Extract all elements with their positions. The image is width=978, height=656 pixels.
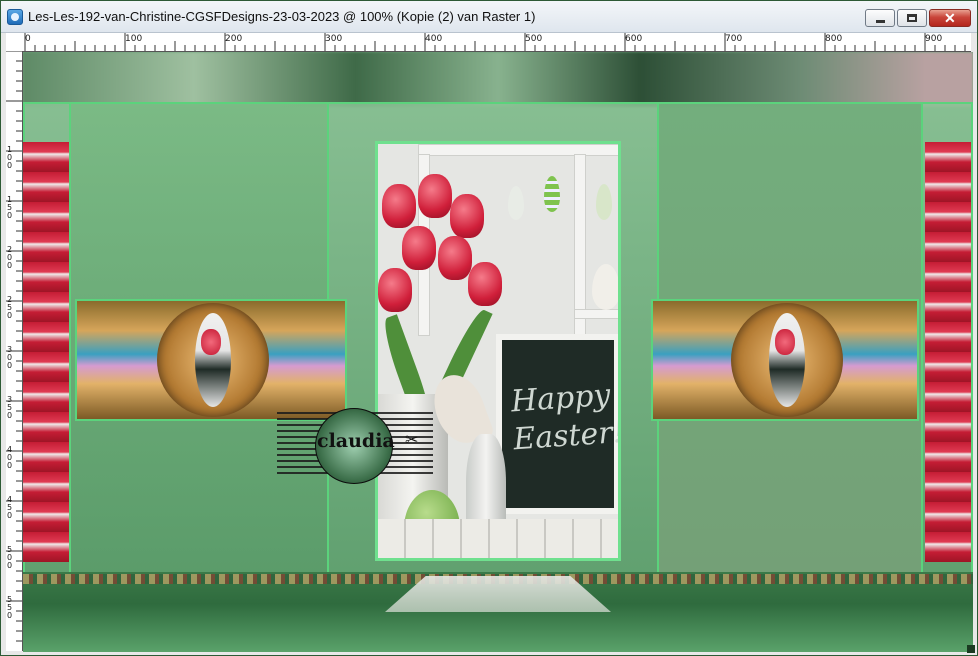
- sphere-ornament: [731, 303, 843, 417]
- tulip: [418, 174, 452, 218]
- image-canvas[interactable]: Happy Easter! claudia ✂: [23, 52, 973, 652]
- title-bar[interactable]: Les-Les-192-van-Christine-CGSFDesigns-23…: [1, 1, 977, 33]
- horizontal-ruler[interactable]: 0 100 200 300 400 500 600 700 800 900: [23, 33, 971, 52]
- tulip: [378, 268, 412, 312]
- close-button[interactable]: ✕: [929, 9, 971, 27]
- easter-photo: Happy Easter!: [375, 141, 621, 561]
- window-title: Les-Les-192-van-Christine-CGSFDesigns-23…: [28, 9, 536, 24]
- sphere-photo: [769, 313, 805, 407]
- ruler-label: 0: [7, 211, 13, 220]
- tulip: [468, 262, 502, 306]
- blurred-background: [23, 52, 973, 107]
- ruler-label: 900: [925, 34, 943, 44]
- shelf-top: [418, 144, 618, 156]
- ruler-label: 0: [7, 511, 13, 520]
- ruler-label: 0: [7, 561, 13, 570]
- tulip: [402, 226, 436, 270]
- scissors-icon: ✂: [405, 432, 419, 449]
- shelf-board: [574, 309, 618, 319]
- sphere-photo: [195, 313, 231, 407]
- resize-grip[interactable]: [967, 645, 975, 653]
- ruler-label: 600: [625, 34, 643, 44]
- left-banner: [75, 299, 347, 421]
- left-red-stripes: [23, 142, 69, 562]
- window-controls: ✕: [865, 9, 971, 27]
- right-banner: [651, 299, 919, 421]
- ruler-label: 300: [325, 34, 343, 44]
- minimize-button[interactable]: [865, 9, 895, 27]
- maximize-button[interactable]: [897, 9, 927, 27]
- ruler-label: 500: [525, 34, 543, 44]
- sphere-tulip: [201, 329, 221, 355]
- image-window: Les-Les-192-van-Christine-CGSFDesigns-23…: [0, 0, 978, 656]
- close-icon: ✕: [944, 10, 956, 26]
- ruler-corner: [6, 33, 24, 52]
- ruler-label: 0: [7, 161, 13, 170]
- white-egg: [592, 264, 618, 310]
- tulip: [438, 236, 472, 280]
- sphere-tulip: [775, 329, 795, 355]
- ruler-label: 100: [125, 34, 143, 44]
- ruler-label: 0: [7, 411, 13, 420]
- ruler-label: 0: [7, 311, 13, 320]
- claudia-watermark: claudia ✂: [277, 408, 433, 484]
- hanging-egg-striped: [544, 176, 560, 212]
- vertical-ruler[interactable]: 1 0 0 1 5 0 2 0 0 2 5 0 3 0 0 3 5 0 4 0 …: [6, 51, 23, 651]
- chalkboard-text: Happy Easter!: [509, 377, 621, 458]
- tulip: [450, 194, 484, 238]
- maximize-icon: [907, 14, 917, 22]
- ruler-label: 0: [25, 34, 31, 44]
- hanging-bell: [596, 184, 612, 220]
- minimize-icon: [876, 20, 885, 23]
- sphere-ornament: [157, 303, 269, 417]
- ruler-label: 0: [7, 361, 13, 370]
- ruler-label: 0: [7, 611, 13, 620]
- chalkboard: Happy Easter!: [496, 334, 621, 514]
- app-icon[interactable]: [7, 9, 23, 25]
- ruler-label: 700: [725, 34, 743, 44]
- watermark-text: claudia: [317, 430, 395, 452]
- hanging-egg: [508, 186, 524, 220]
- right-red-stripes: [925, 142, 971, 562]
- ruler-label: 0: [7, 461, 13, 470]
- tulip: [382, 184, 416, 228]
- ruler-label: 200: [225, 34, 243, 44]
- ruler-label: 0: [7, 261, 13, 270]
- ruler-label: 800: [825, 34, 843, 44]
- wooden-floor: [378, 519, 618, 558]
- ruler-label: 400: [425, 34, 443, 44]
